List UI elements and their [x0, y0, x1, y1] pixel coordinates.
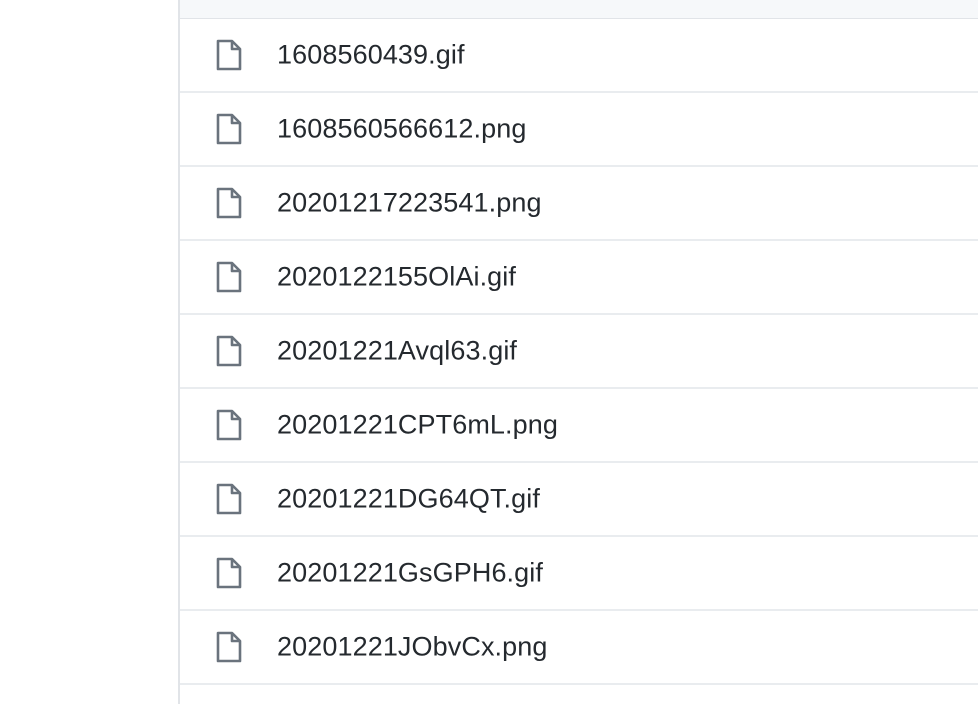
- file-icon: [216, 113, 242, 145]
- file-name-link[interactable]: 20201221GsGPH6.gif: [277, 558, 543, 589]
- file-row[interactable]: 1608560439.gif: [180, 19, 978, 93]
- file-icon: [216, 557, 242, 589]
- file-row[interactable]: 20201221DG64QT.gif: [180, 463, 978, 537]
- file-name-link[interactable]: 1608560439.gif: [277, 40, 465, 71]
- file-name-link[interactable]: 20201221CPT6mL.png: [277, 410, 558, 441]
- file-name-link[interactable]: 20201221Avql63.gif: [277, 336, 517, 367]
- page: 1608560439.gif 1608560566612.png 2020121…: [0, 0, 978, 704]
- file-row[interactable]: 20201217223541.png: [180, 167, 978, 241]
- file-row[interactable]: 20201221JObvCx.png: [180, 611, 978, 685]
- file-icon: [216, 39, 242, 71]
- file-list: 1608560439.gif 1608560566612.png 2020121…: [180, 19, 978, 685]
- file-row[interactable]: 1608560566612.png: [180, 93, 978, 167]
- file-name-link[interactable]: 2020122155OlAi.gif: [277, 262, 516, 293]
- file-name-link[interactable]: 20201221DG64QT.gif: [277, 484, 540, 515]
- file-row[interactable]: 20201221GsGPH6.gif: [180, 537, 978, 611]
- file-icon: [216, 261, 242, 293]
- file-row[interactable]: 20201221Avql63.gif: [180, 315, 978, 389]
- file-name-link[interactable]: 20201217223541.png: [277, 188, 542, 219]
- file-icon: [216, 409, 242, 441]
- file-name-link[interactable]: 20201221JObvCx.png: [277, 632, 548, 663]
- file-list-header: [180, 0, 978, 19]
- file-icon: [216, 187, 242, 219]
- file-icon: [216, 335, 242, 367]
- file-name-link[interactable]: 1608560566612.png: [277, 114, 526, 145]
- file-icon: [216, 483, 242, 515]
- file-icon: [216, 631, 242, 663]
- file-list-panel: 1608560439.gif 1608560566612.png 2020121…: [178, 0, 978, 704]
- file-row[interactable]: 2020122155OlAi.gif: [180, 241, 978, 315]
- file-row[interactable]: 20201221CPT6mL.png: [180, 389, 978, 463]
